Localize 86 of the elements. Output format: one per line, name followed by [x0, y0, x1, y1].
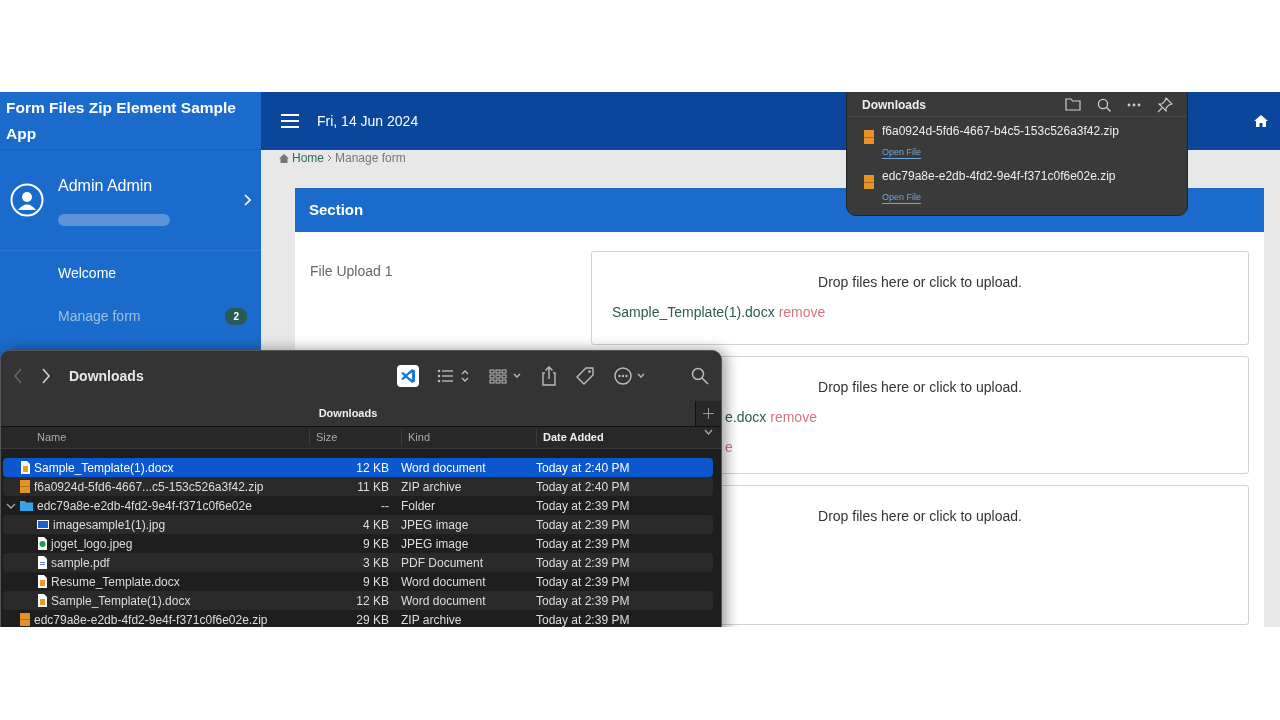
forward-icon[interactable] — [41, 368, 51, 384]
file-size: 9 KB — [362, 573, 390, 591]
home-icon — [279, 153, 289, 163]
image-file-icon — [37, 518, 49, 531]
file-kind: Word document — [400, 592, 487, 610]
grid-view-icon[interactable] — [489, 368, 523, 384]
app-icon[interactable] — [397, 365, 419, 387]
file-kind: JPEG image — [400, 535, 470, 553]
download-file-name: f6a0924d-5fd6-4667-b4c5-153c526a3f42.zip — [882, 124, 1119, 138]
breadcrumb-link[interactable]: Home — [292, 155, 324, 161]
file-name: Sample_Template(1).docx — [51, 592, 191, 610]
file-name: joget_logo.jpeg — [51, 535, 133, 553]
popup-title: Downloads — [862, 96, 926, 114]
file-name: Resume_Template.docx — [51, 573, 180, 591]
user-avatar-icon — [10, 183, 44, 217]
folder-icon[interactable] — [1065, 98, 1081, 111]
file-name: edc79a8e-e2db-4fd2-9e4f-f371c0f6e02e.zip — [34, 611, 268, 627]
chevron-right-icon — [327, 154, 332, 162]
column-header[interactable]: Name — [1, 429, 309, 446]
column-header[interactable]: Date Added — [536, 429, 721, 446]
zip-file-icon — [864, 175, 874, 189]
zip-file-icon — [864, 130, 874, 144]
logo-file-icon — [37, 537, 47, 550]
list-view-icon[interactable] — [437, 368, 471, 384]
user-name: Admin Admin — [58, 176, 154, 196]
file-name: f6a0924d-5fd6-4667...c5-153c526a3f42.zip — [34, 478, 264, 496]
file-name: Sample_Template(1).docx — [612, 303, 775, 322]
file-row[interactable]: f6a0924d-5fd6-4667...c5-153c526a3f42.zip 11 KB ZIP archive Today at 2:40 PM — [3, 477, 713, 496]
file-name: imagesample1(1).jpg — [53, 516, 166, 534]
file-kind: JPEG image — [400, 516, 470, 534]
dropzone-prompt: Drop files here or click to upload. — [818, 379, 1022, 395]
file-dropzone[interactable]: Drop files here or click to upload. Sample_Template(1).docx remove — [591, 251, 1249, 345]
file-kind: Folder — [400, 497, 436, 515]
file-kind: ZIP archive — [400, 478, 463, 496]
file-size: 12 KB — [355, 459, 390, 477]
file-name: edc79a8e-e2db-4fd2-9e4f-f371c0f6e02e — [37, 497, 252, 515]
share-icon[interactable] — [541, 366, 557, 386]
nav-item[interactable]: Welcome — [0, 251, 261, 295]
plus-icon[interactable] — [703, 408, 714, 419]
download-file-name: edc79a8e-e2db-4fd2-9e4f-f371c0f6e02e.zip — [882, 169, 1116, 183]
file-size: 11 KB — [356, 478, 390, 496]
file-row[interactable]: imagesample1(1).jpg 4 KB JPEG image Today at 2:39 PM — [3, 515, 713, 534]
file-size: -- — [380, 497, 390, 515]
open-file-link[interactable]: Open File — [882, 192, 922, 204]
file-name: sample.pdf — [51, 554, 110, 572]
tag-icon[interactable] — [575, 366, 595, 386]
pin-icon[interactable] — [1157, 96, 1173, 113]
window-title: Downloads — [69, 366, 145, 386]
file-name: Sample_Template(1).docx — [34, 459, 174, 477]
dropzone-prompt: Drop files here or click to upload. — [818, 274, 1022, 290]
zip-file-icon — [20, 613, 30, 626]
chevron-right-icon[interactable] — [243, 194, 251, 206]
file-kind: ZIP archive — [400, 611, 463, 627]
nav-item[interactable]: Manage form 2 — [0, 295, 261, 338]
file-kind: Word document — [400, 573, 487, 591]
search-icon[interactable] — [691, 367, 709, 385]
doc-file-icon — [37, 575, 47, 588]
doc-file-icon — [20, 461, 30, 474]
field-label: File Upload 1 — [310, 262, 394, 281]
file-row[interactable]: sample.pdf 3 KB PDF Document Today at 2:39 PM — [3, 553, 713, 572]
more-icon[interactable] — [1127, 102, 1141, 107]
file-kind: PDF Document — [400, 554, 485, 572]
file-size: 9 KB — [362, 535, 390, 553]
file-size: 29 KB — [355, 611, 390, 627]
folder-file-icon — [20, 499, 33, 512]
file-size: 4 KB — [362, 516, 390, 534]
file-name: e.docx — [725, 408, 767, 427]
file-kind: Word document — [400, 459, 487, 477]
menu-icon[interactable] — [281, 114, 299, 128]
column-header[interactable]: Size — [309, 429, 401, 446]
pdf-file-icon — [37, 556, 47, 569]
dropzone-prompt: Drop files here or click to upload. — [818, 508, 1022, 524]
file-size: 3 KB — [362, 554, 390, 572]
open-file-link[interactable]: Open File — [882, 147, 922, 159]
search-icon[interactable] — [1097, 97, 1111, 112]
doc-file-icon — [37, 594, 47, 607]
zip-file-icon — [20, 480, 30, 493]
file-row[interactable]: Sample_Template(1).docx 12 KB Word document Today at 2:39 PM — [3, 591, 713, 610]
file-size: 12 KB — [355, 592, 390, 610]
home-icon[interactable] — [1254, 115, 1268, 127]
file-row[interactable]: Sample_Template(1).docx 12 KB Word document Today at 2:40 PM — [3, 458, 713, 477]
count-badge: 2 — [225, 308, 247, 325]
more-icon[interactable] — [613, 366, 647, 386]
disclosure-down-icon[interactable] — [6, 501, 16, 510]
column-header[interactable]: Kind — [401, 429, 536, 446]
sort-caret-icon — [704, 429, 713, 436]
